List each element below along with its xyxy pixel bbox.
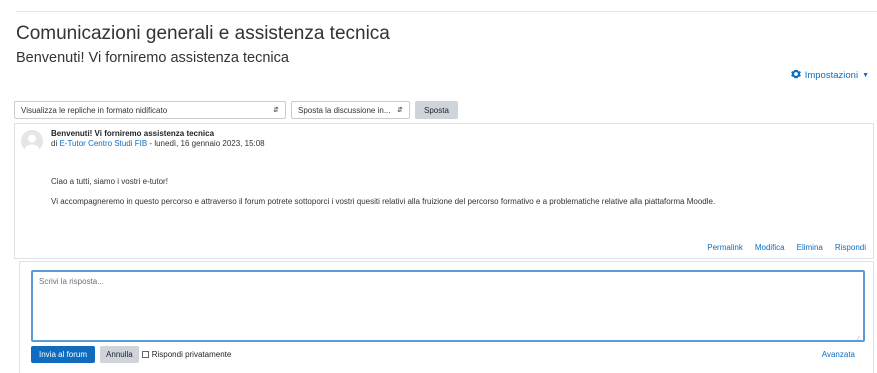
post-paragraph: Ciao a tutti, siamo i vostri e-tutor! (51, 177, 168, 186)
display-mode-value: Visualizza le repliche in formato nidifi… (21, 105, 168, 115)
gear-icon (790, 69, 801, 82)
post-paragraph: Vi accompagneremo in questo percorso e a… (51, 197, 716, 206)
edit-link[interactable]: Modifica (755, 243, 785, 252)
resize-grip-icon[interactable]: ∕ (858, 336, 864, 342)
delete-link[interactable]: Elimina (797, 243, 823, 252)
reply-link[interactable]: Rispondi (835, 243, 866, 252)
post-actions: Permalink Modifica Elimina Rispondi (707, 243, 866, 252)
post-date: - lunedì, 16 gennaio 2023, 15:08 (147, 139, 265, 148)
updown-arrow-icon: ⇵ (273, 107, 279, 114)
updown-arrow-icon: ⇵ (397, 107, 403, 114)
permalink-link[interactable]: Permalink (707, 243, 743, 252)
page-title: Comunicazioni generali e assistenza tecn… (16, 23, 390, 44)
author-link[interactable]: E-Tutor Centro Studi FIB (59, 139, 147, 148)
post-byline: di E-Tutor Centro Studi FIB - lunedì, 16… (51, 139, 265, 148)
caret-down-icon: ▼ (862, 72, 869, 79)
reply-footer: Invia al forum Annulla Rispondi privatam… (31, 346, 231, 363)
move-discussion-value: Sposta la discussione in... (298, 105, 391, 115)
move-button[interactable]: Sposta (415, 101, 458, 119)
user-avatar-icon (21, 130, 43, 152)
settings-label: Impostazioni (804, 70, 859, 81)
submit-reply-button[interactable]: Invia al forum (31, 346, 96, 363)
move-discussion-select[interactable]: Sposta la discussione in... ⇵ (291, 101, 410, 119)
forum-post: Benvenuti! Vi forniremo assistenza tecni… (14, 123, 874, 259)
top-divider (16, 11, 877, 12)
inline-reply-form: ∕ Invia al forum Annulla Rispondi privat… (19, 261, 874, 373)
discussion-controls: Visualizza le repliche in formato nidifi… (14, 101, 458, 119)
private-reply-option[interactable]: Rispondi privatamente (141, 350, 232, 359)
byline-prefix: di (51, 139, 58, 148)
reply-textarea[interactable] (31, 270, 865, 342)
discussion-title: Benvenuti! Vi forniremo assistenza tecni… (16, 50, 289, 66)
post-subject: Benvenuti! Vi forniremo assistenza tecni… (51, 129, 215, 138)
private-reply-label: Rispondi privatamente (151, 350, 232, 359)
cancel-button[interactable]: Annulla (100, 346, 139, 363)
settings-menu-button[interactable]: Impostazioni ▼ (790, 69, 869, 82)
advanced-link[interactable]: Avanzata (822, 350, 855, 359)
private-reply-checkbox[interactable] (141, 351, 149, 358)
display-mode-select[interactable]: Visualizza le repliche in formato nidifi… (14, 101, 286, 119)
